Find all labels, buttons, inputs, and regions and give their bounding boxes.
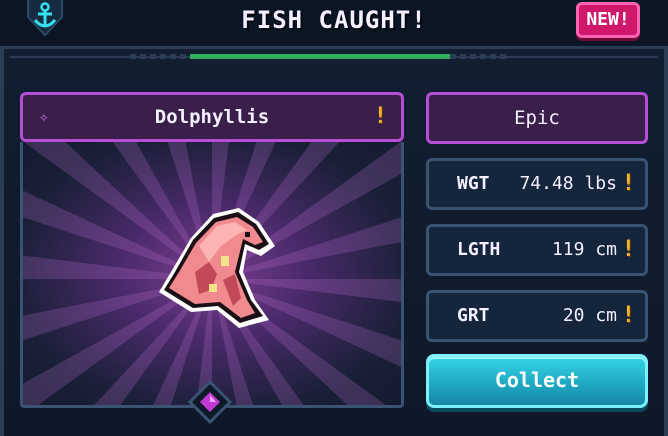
fish-name-bar: ✧ Dolphyllis ! <box>20 92 404 142</box>
page-title: FISH CAUGHT! <box>241 6 427 34</box>
girth-alert-icon[interactable]: ! <box>622 305 635 327</box>
stat-value: 74.48 lbs <box>519 173 617 194</box>
stat-value: 20 cm <box>562 305 617 326</box>
stat-label: GRT <box>457 305 490 326</box>
fish-display <box>20 142 404 408</box>
rail-fill <box>190 54 450 59</box>
weight-alert-icon[interactable]: ! <box>622 173 635 195</box>
new-badge: NEW! <box>576 2 640 38</box>
stat-label: WGT <box>457 173 490 194</box>
stat-label: LGTH <box>457 239 501 260</box>
diamond-gem-icon <box>188 380 232 424</box>
stat-value: 119 cm <box>551 239 617 260</box>
fish-alert-icon[interactable]: ! <box>374 106 387 128</box>
fish-sprite <box>159 208 275 328</box>
rail-dots-right <box>450 54 510 59</box>
length-alert-icon[interactable]: ! <box>622 239 635 261</box>
rarity-panel: Epic <box>426 92 648 144</box>
rail-dots-left <box>130 54 190 59</box>
collect-button[interactable]: Collect <box>426 354 648 408</box>
stat-weight: WGT 74.48 lbs ! <box>426 158 648 210</box>
fish-name: Dolphyllis <box>154 106 270 128</box>
stat-length: LGTH 119 cm ! <box>426 224 648 276</box>
header-rail <box>0 52 668 62</box>
stat-girth: GRT 20 cm ! <box>426 290 648 342</box>
header-bar: FISH CAUGHT! NEW! <box>0 0 668 49</box>
